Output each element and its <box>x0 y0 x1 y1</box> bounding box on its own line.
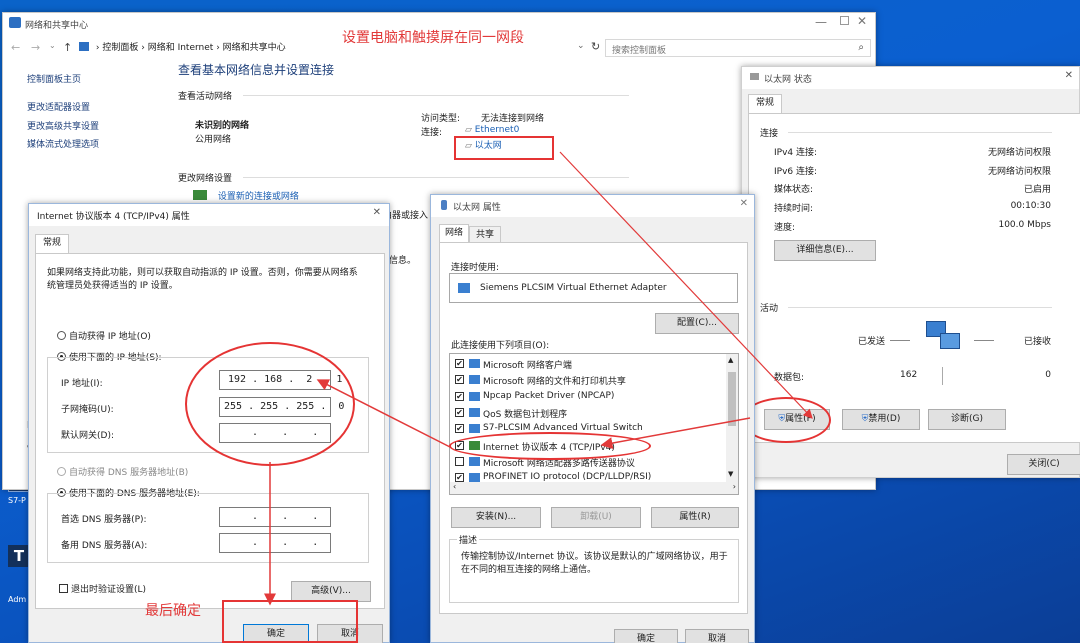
arrow-to-properties <box>559 151 813 419</box>
arrow-to-ipv4 <box>600 417 751 450</box>
arrow-to-ip-fields <box>316 379 451 448</box>
annotation-arrows <box>264 151 813 606</box>
